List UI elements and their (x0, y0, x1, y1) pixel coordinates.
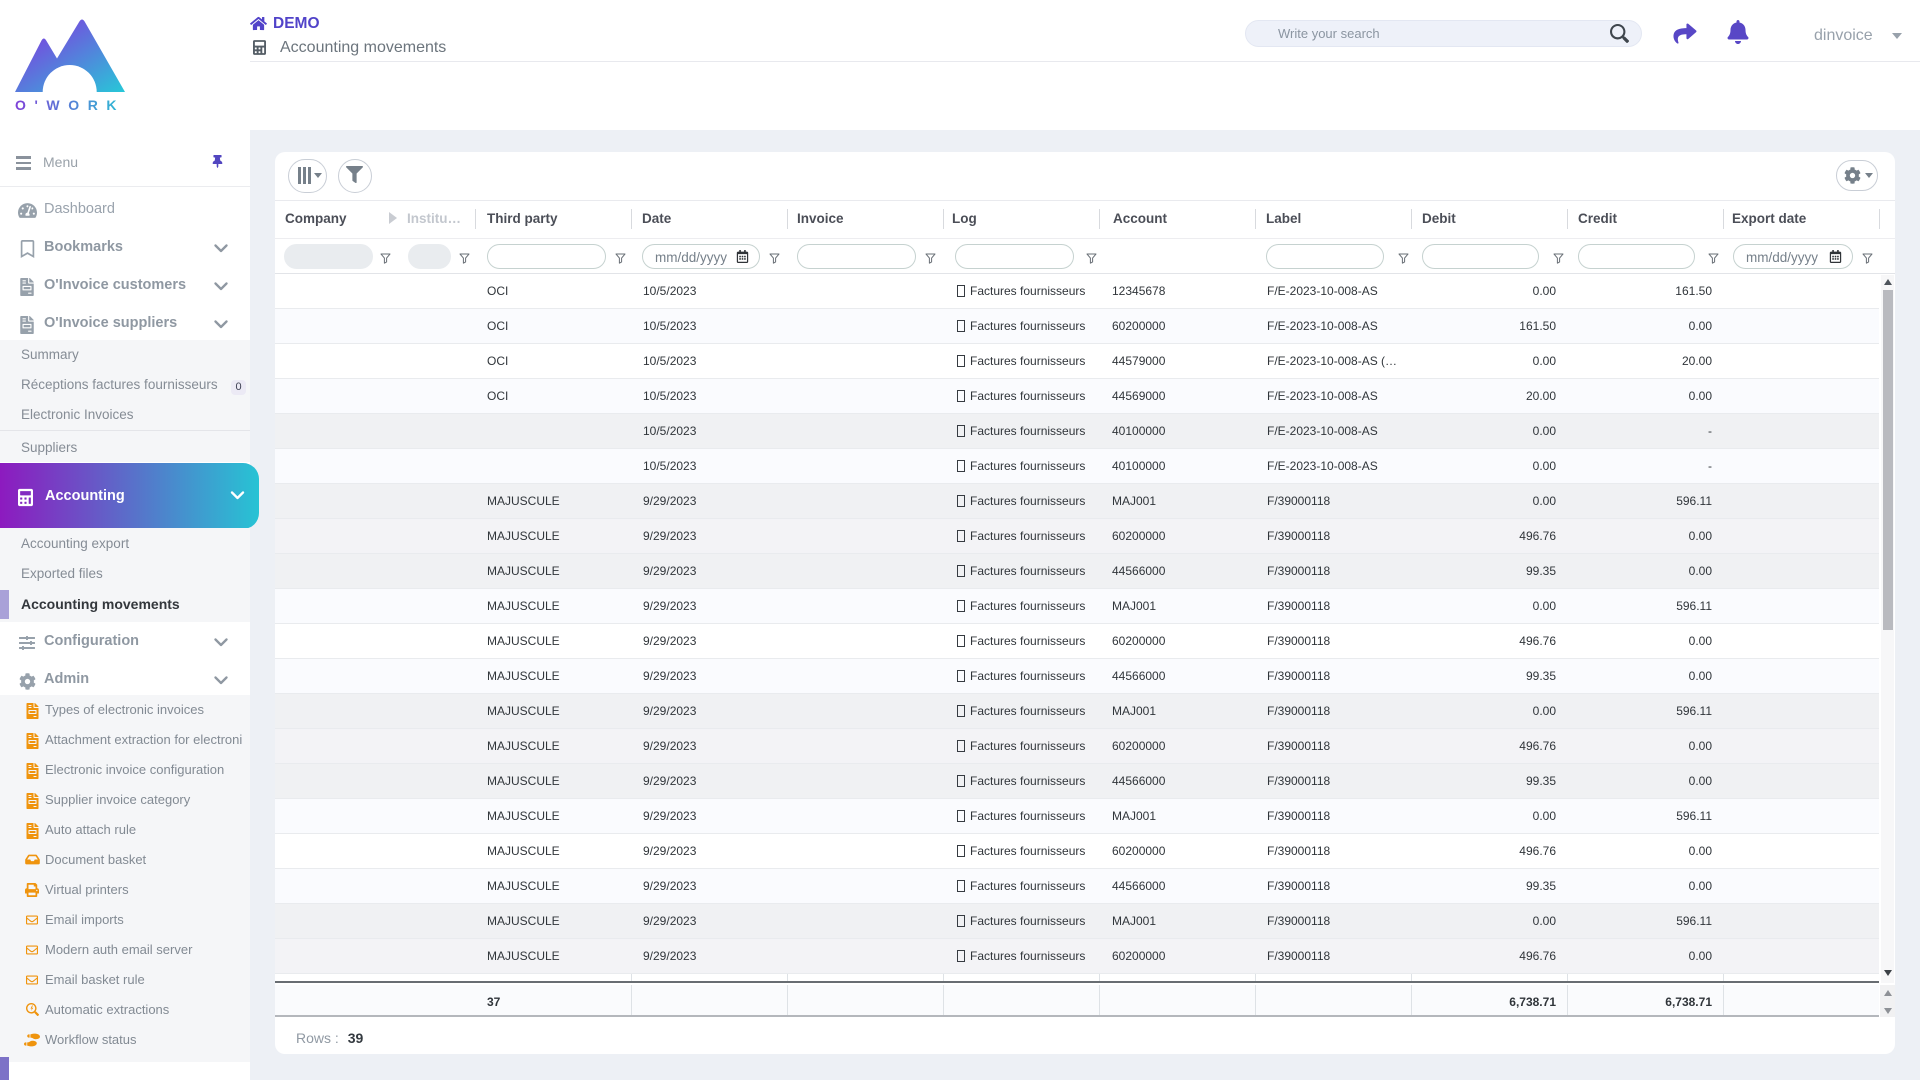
svg-text:O'WORK: O'WORK (15, 97, 125, 113)
